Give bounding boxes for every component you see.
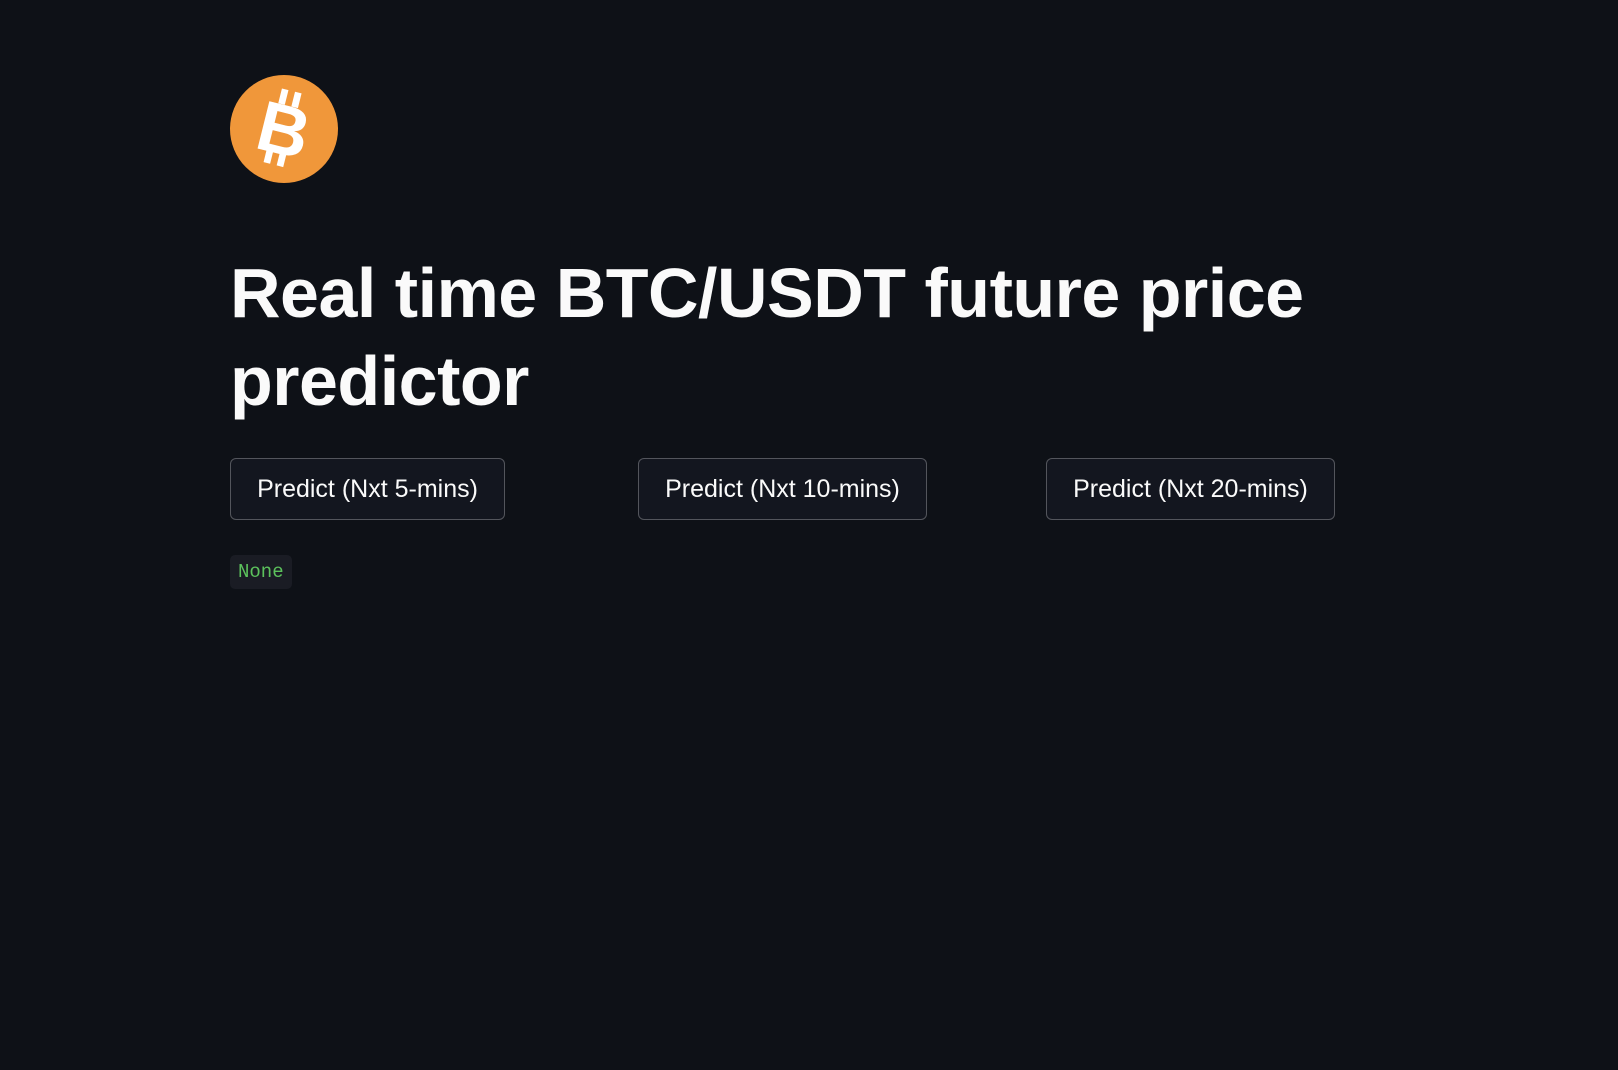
- bitcoin-icon: B: [230, 75, 338, 183]
- predict-20-mins-button[interactable]: Predict (Nxt 20-mins): [1046, 458, 1335, 520]
- button-row: Predict (Nxt 5-mins) Predict (Nxt 10-min…: [230, 458, 1390, 520]
- prediction-output: None: [230, 555, 292, 589]
- predict-5-mins-button[interactable]: Predict (Nxt 5-mins): [230, 458, 505, 520]
- main-content: B Real time BTC/USDT future price predic…: [230, 75, 1390, 589]
- predict-10-mins-button[interactable]: Predict (Nxt 10-mins): [638, 458, 927, 520]
- page-title: Real time BTC/USDT future price predicto…: [230, 254, 1304, 420]
